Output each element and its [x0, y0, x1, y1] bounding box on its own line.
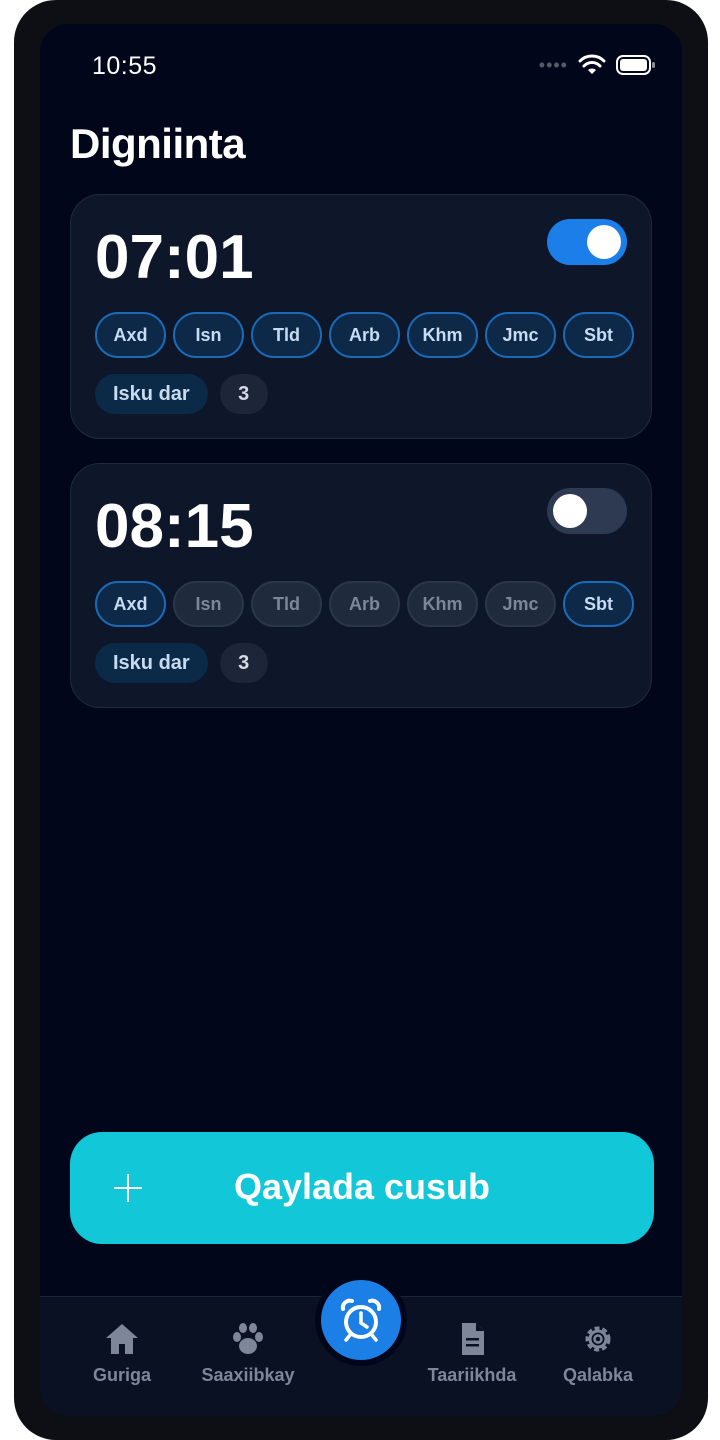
day-chip-axd[interactable]: Axd: [95, 581, 166, 627]
status-time: 10:55: [92, 52, 158, 80]
day-chip-axd[interactable]: Axd: [95, 312, 166, 358]
day-chip-jmc[interactable]: Jmc: [485, 581, 556, 627]
alarm-clock-icon: [340, 1298, 382, 1342]
snooze-badge[interactable]: Isku dar: [95, 374, 208, 414]
weekday-selector: Axd Isn Tld Arb Khm Jmc Sbt: [95, 312, 634, 358]
wifi-icon: [578, 54, 606, 74]
snooze-badge[interactable]: Isku dar: [95, 643, 208, 683]
day-chip-sbt[interactable]: Sbt: [563, 581, 634, 627]
alarm-fab-button[interactable]: [321, 1280, 401, 1360]
alarm-meta: Isku dar 3: [95, 643, 268, 683]
day-chip-arb[interactable]: Arb: [329, 581, 400, 627]
nav-item-saaxiibkay[interactable]: Saaxiibkay: [188, 1321, 308, 1386]
day-chip-arb[interactable]: Arb: [329, 312, 400, 358]
nav-label: Saaxiibkay: [201, 1365, 295, 1385]
add-alarm-label: Qaylada cusub: [233, 1166, 491, 1207]
toggle-knob: [553, 494, 587, 528]
signal-icon: ••••: [538, 55, 568, 75]
nav-label: Taariikhda: [427, 1365, 517, 1385]
phone-frame: 10:55 •••• Digniinta 07:01 Axd Isn Tld A…: [14, 0, 708, 1440]
nav-item-guriga[interactable]: Guriga: [62, 1321, 182, 1386]
day-chip-khm[interactable]: Khm: [407, 581, 478, 627]
document-icon: [462, 1323, 484, 1355]
toggle-knob: [587, 225, 621, 259]
day-chip-isn[interactable]: Isn: [173, 312, 244, 358]
add-alarm-button[interactable]: Qaylada cusub: [70, 1132, 654, 1244]
alarm-toggle[interactable]: [547, 219, 627, 265]
alarm-time[interactable]: 07:01: [95, 223, 254, 293]
day-chip-tld[interactable]: Tld: [251, 312, 322, 358]
day-chip-khm[interactable]: Khm: [407, 312, 478, 358]
day-chip-isn[interactable]: Isn: [173, 581, 244, 627]
nav-label: Guriga: [92, 1365, 151, 1385]
alarm-card[interactable]: 08:15 Axd Isn Tld Arb Khm Jmc Sbt Isku d…: [70, 463, 652, 708]
count-badge: 3: [219, 374, 268, 414]
count-badge: 3: [219, 643, 268, 683]
battery-icon: [616, 55, 655, 75]
status-icons: ••••: [539, 54, 656, 76]
day-chip-jmc[interactable]: Jmc: [485, 312, 556, 358]
gear-icon: [585, 1326, 611, 1352]
nav-item-qalabka[interactable]: Qalabka: [538, 1321, 658, 1386]
alarm-toggle[interactable]: [547, 488, 627, 534]
alarm-meta: Isku dar 3: [95, 374, 268, 414]
home-icon: [106, 1324, 138, 1354]
alarm-card[interactable]: 07:01 Axd Isn Tld Arb Khm Jmc Sbt Isku d…: [70, 194, 652, 439]
day-chip-tld[interactable]: Tld: [251, 581, 322, 627]
weekday-selector: Axd Isn Tld Arb Khm Jmc Sbt: [95, 581, 634, 627]
alarm-time[interactable]: 08:15: [95, 492, 254, 562]
screen: 10:55 •••• Digniinta 07:01 Axd Isn Tld A…: [40, 24, 682, 1416]
paw-icon: [233, 1323, 263, 1354]
day-chip-sbt[interactable]: Sbt: [563, 312, 634, 358]
page-title: Digniinta: [70, 120, 246, 167]
nav-item-taariikhda[interactable]: Taariikhda: [412, 1321, 532, 1386]
nav-label: Qalabka: [562, 1365, 634, 1385]
